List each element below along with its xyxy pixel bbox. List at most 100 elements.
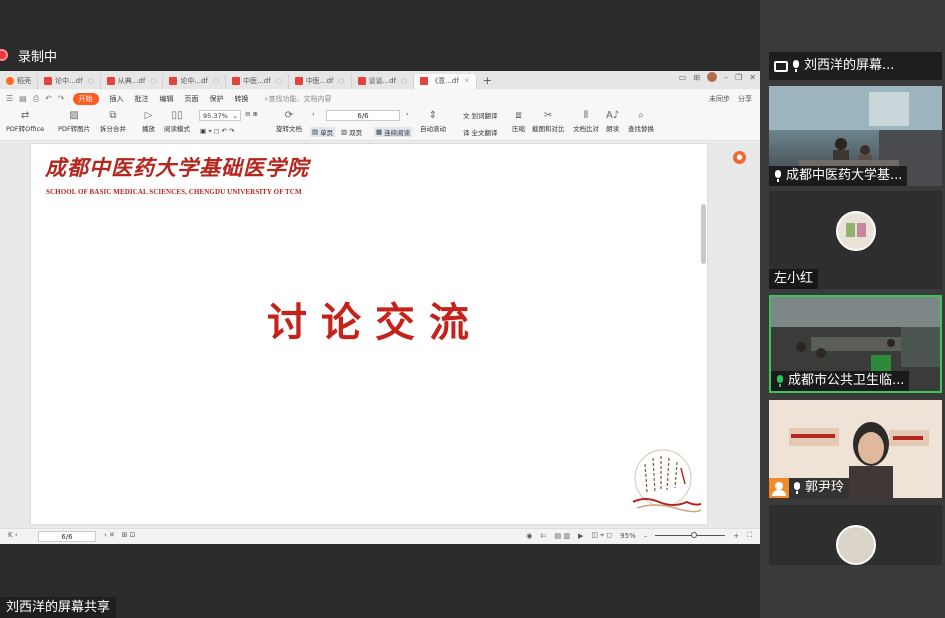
tab-document[interactable]: 论中...df ○ xyxy=(38,73,101,89)
close-icon[interactable]: ○ xyxy=(150,77,156,85)
menu-edit[interactable]: 编辑 xyxy=(160,94,174,104)
avatar[interactable] xyxy=(707,72,718,82)
close-icon[interactable]: ○ xyxy=(338,77,344,85)
translate-button[interactable]: 文划词翻译 xyxy=(463,110,498,120)
participant-tile[interactable]: 刘西洋的屏幕... xyxy=(769,52,942,80)
next-last-page-icon[interactable]: › ✕ ⊞ ⊡ xyxy=(104,531,136,539)
prev-page-icon[interactable]: ‹ xyxy=(312,110,315,118)
fit-width-icon[interactable]: ⊨ xyxy=(540,532,546,540)
tab-document[interactable]: 论中...df ○ xyxy=(163,73,227,89)
compress-button[interactable]: ⧈ 压缩 xyxy=(512,109,525,133)
menu-convert[interactable]: 转换 xyxy=(235,94,249,104)
screen-share-icon xyxy=(774,60,788,72)
split-icon: ⧉ xyxy=(109,110,117,121)
chevron-down-icon: ⌄ xyxy=(232,111,238,120)
layout-icon[interactable]: ▭ xyxy=(679,73,687,82)
close-icon[interactable]: ○ xyxy=(88,77,94,85)
tab-document[interactable]: 中医...df ○ xyxy=(289,73,352,89)
grid-icon[interactable]: ⊞ xyxy=(693,73,700,82)
participant-tile-active-speaker[interactable]: 成都市公共卫生临... xyxy=(769,295,942,393)
tab-document-active[interactable]: 《意...df ✕ xyxy=(414,73,477,89)
continuous-read-button[interactable]: ▦ 连续阅读 xyxy=(374,127,413,137)
sync-status[interactable]: 未同步 xyxy=(709,94,730,104)
document-viewport[interactable]: 成都中医药大学基础医学院 SCHOOL OF BASIC MEDICAL SCI… xyxy=(0,142,760,528)
user-icon xyxy=(769,478,789,498)
microphone-speaking-icon xyxy=(776,375,784,387)
single-view-icon[interactable]: ▤ ▥ xyxy=(554,532,569,540)
restore-icon[interactable]: ❐ xyxy=(735,73,742,82)
new-tab-button[interactable]: + xyxy=(483,74,492,87)
single-page-button[interactable]: ▤ 单页 xyxy=(310,127,336,137)
view-tools[interactable]: ▣ ⌖ ◻ ↶ ↷ xyxy=(200,127,234,136)
close-window-icon[interactable]: ✕ xyxy=(749,73,756,82)
tab-document[interactable]: 从典...df ○ xyxy=(101,73,164,89)
search-input[interactable]: ⌕查找功能、文档内容 xyxy=(265,94,332,104)
microphone-muted-icon xyxy=(793,482,801,494)
pdf-icon xyxy=(169,77,178,85)
menu-start[interactable]: 开始 xyxy=(72,92,99,105)
close-icon[interactable]: ○ xyxy=(213,77,219,85)
recording-indicator[interactable]: 录制中 xyxy=(0,44,57,66)
read-mode-button[interactable]: ▯▯ 阅读模式 xyxy=(164,109,190,133)
zoom-level[interactable]: 95% xyxy=(620,532,636,540)
zoom-in-icon[interactable]: + xyxy=(733,532,739,540)
pdf-to-image-button[interactable]: ▨ PDF转图片 xyxy=(58,109,90,133)
rotate-button[interactable]: ⟳ 旋转文档 xyxy=(276,109,302,133)
next-page-icon[interactable]: › xyxy=(406,110,409,118)
minimize-icon[interactable]: – xyxy=(724,73,728,82)
tab-document[interactable]: 中医...df ○ xyxy=(226,73,289,89)
fit-page-icon[interactable]: ◫ ⌖ ◻ xyxy=(591,531,612,540)
first-prev-page-icon[interactable]: K ‹ xyxy=(8,531,18,539)
auto-scroll-button[interactable]: ⇕ 自动滚动 xyxy=(420,109,446,133)
participant-panel: 刘西洋的屏幕... 成都中医药大学基... 左小红 成都市公共卫生临... 郭尹… xyxy=(760,0,945,618)
menu-protect[interactable]: 保护 xyxy=(210,94,224,104)
zoom-slider[interactable] xyxy=(655,532,726,538)
play-icon[interactable]: ▶ xyxy=(578,532,583,540)
tab-home[interactable]: 稻壳 xyxy=(0,73,38,89)
convert-icon: ⇄ xyxy=(20,110,30,121)
close-icon[interactable]: ○ xyxy=(276,77,282,85)
screen-share-label: 刘西洋的屏幕共享 xyxy=(0,597,117,618)
redo-icon[interactable]: ↷ xyxy=(58,94,65,103)
pdf-icon xyxy=(357,77,366,85)
participant-tile[interactable] xyxy=(769,505,942,565)
find-replace-button[interactable]: ⌕ 查找替换 xyxy=(628,109,654,133)
assistant-icon[interactable]: ● xyxy=(733,151,746,164)
tab-document[interactable]: 谈谈...df ○ xyxy=(352,73,415,89)
menu-icon[interactable]: ☰ xyxy=(6,94,13,103)
book-icon: ▯▯ xyxy=(171,110,183,121)
zoom-out-icon[interactable]: ⊖ ⊕ xyxy=(245,110,258,118)
page-input[interactable]: 6/6 xyxy=(326,110,400,121)
view-controls: ◉ ⊨ ▤ ▥ ▶ ◫ ⌖ ◻ 95% – + ⛶ xyxy=(526,531,752,540)
participant-tile[interactable]: 左小红 xyxy=(769,191,942,289)
share-button[interactable]: 分享 xyxy=(738,94,752,104)
participant-name-bar: 成都市公共卫生临... xyxy=(771,371,910,391)
menu-page[interactable]: 页面 xyxy=(185,94,199,104)
screenshot-button[interactable]: ✂ 截图和对比 xyxy=(532,109,565,133)
split-merge-button[interactable]: ⧉ 拆分合并 xyxy=(100,109,126,133)
fullscreen-icon[interactable]: ⛶ xyxy=(747,531,752,540)
menu-annotate[interactable]: 批注 xyxy=(135,94,149,104)
undo-icon[interactable]: ↶ xyxy=(45,94,52,103)
university-motto-seal xyxy=(632,449,702,513)
pdf-to-office-button[interactable]: ⇄ PDF转Office xyxy=(6,109,44,133)
print-icon[interactable]: ⎙ xyxy=(33,94,39,104)
zoom-out-icon[interactable]: – xyxy=(644,532,648,540)
menu-insert[interactable]: 插入 xyxy=(110,94,124,104)
save-icon[interactable]: ▤ xyxy=(19,94,27,103)
scroll-icon: ⇕ xyxy=(428,110,438,121)
participant-tile[interactable]: 成都中医药大学基... xyxy=(769,86,942,186)
full-translate-button[interactable]: 译全文翻译 xyxy=(463,127,498,137)
full-translate-icon: 译 xyxy=(463,129,470,137)
compare-button[interactable]: ⫴ 文档比对 xyxy=(573,109,599,133)
zoom-select[interactable]: 95.37% ⌄ xyxy=(199,110,241,121)
eye-icon[interactable]: ◉ xyxy=(526,532,532,540)
read-aloud-button[interactable]: A♪ 朗读 xyxy=(606,109,619,133)
participant-tile[interactable]: 郭尹玲 xyxy=(769,400,942,498)
play-button[interactable]: ▷ 播放 xyxy=(142,109,155,133)
vertical-scrollbar[interactable] xyxy=(701,204,706,264)
status-page-input[interactable]: 6/6 xyxy=(38,531,96,542)
double-page-button[interactable]: ▥ 双页 xyxy=(341,127,362,137)
close-icon[interactable]: ✕ xyxy=(464,77,470,85)
close-icon[interactable]: ○ xyxy=(401,77,407,85)
